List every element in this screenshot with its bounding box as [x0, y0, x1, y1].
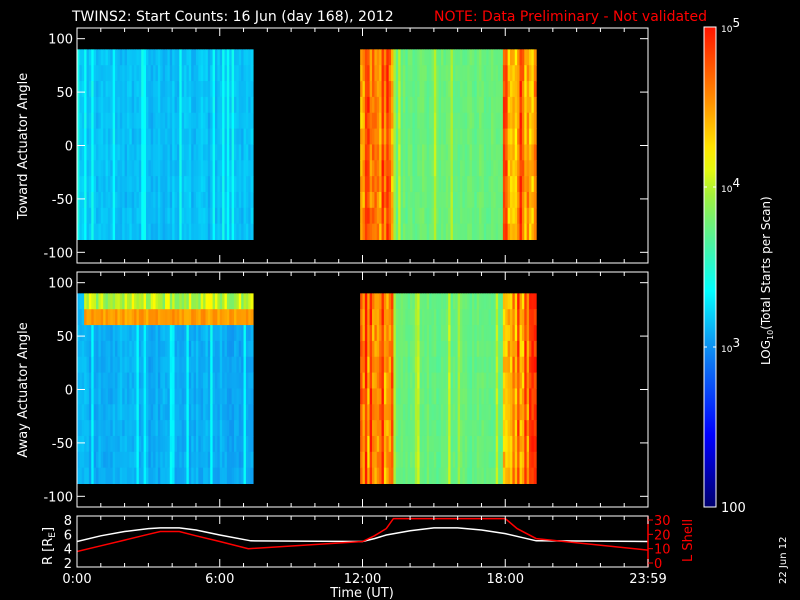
- y-tick-label: 0: [65, 384, 73, 399]
- y2-tick-label: 10: [654, 543, 671, 558]
- colorbar-tick-label: 103: [721, 336, 740, 355]
- heatmap-cell: [533, 451, 537, 469]
- colorbar-label: LOG10(Total Starts per Scan): [759, 196, 775, 365]
- heatmap-cell: [533, 372, 537, 389]
- twins-start-counts-figure: TWINS2: Start Counts: 16 Jun (day 168), …: [16, 9, 789, 600]
- heatmap-cell: [533, 160, 537, 177]
- colorbar-tick-label: 105: [721, 16, 740, 35]
- heatmap-cell: [250, 144, 254, 161]
- heatmap-cell: [250, 325, 254, 342]
- colorbar-tick-label: 104: [721, 176, 740, 195]
- heatmap-cell: [533, 65, 537, 82]
- heatmap-cell: [533, 435, 537, 453]
- colorbar-tick-label: 100: [721, 501, 746, 516]
- heatmap-cell: [533, 112, 537, 130]
- y-tick-label: -50: [52, 437, 73, 452]
- heatmap-cell: [250, 176, 254, 193]
- heatmap-cell: [533, 176, 537, 193]
- x-tick-label: 12:00: [344, 572, 381, 587]
- away-panel: 100 50 0 -50 -100: [43, 271, 649, 508]
- heatmap-cell: [250, 65, 254, 82]
- y2-tick-label: 0: [654, 557, 662, 572]
- heatmap-cell: [533, 309, 537, 326]
- x-tick-label: 6:00: [205, 572, 234, 587]
- y2-tick-label: 30: [654, 514, 671, 529]
- toward-panel: 100 50 0 -50 -100: [43, 27, 649, 264]
- side-date: 22 Jun 12: [778, 537, 789, 584]
- y2-tick-label: 20: [654, 528, 671, 543]
- heatmap-cell: [250, 96, 254, 114]
- orbit-panel: 8642 3020100 0:00 6:00 12:00 18:00 23:59 R [RE]…: [41, 514, 696, 587]
- y-tick-label: 2: [64, 557, 72, 572]
- heatmap-cell: [533, 420, 537, 437]
- toward-ylabel: Toward Actuator Angle: [16, 73, 31, 220]
- y-tick-label: 50: [56, 86, 73, 101]
- heatmap-cell: [250, 404, 254, 421]
- heatmap-cell: [533, 96, 537, 114]
- heatmap-cell: [250, 160, 254, 177]
- heatmap-cell: [533, 404, 537, 421]
- heatmap-cell: [533, 128, 537, 145]
- colorbar-scale: [703, 26, 717, 508]
- y-tick-label: 100: [48, 33, 73, 48]
- colorbar: 105 104 103 100 LOG10(Total Starts per Scan): [703, 16, 775, 516]
- away-ylabel: Away Actuator Angle: [16, 322, 31, 457]
- radius-line: [77, 527, 648, 543]
- heatmap-cell: [250, 356, 254, 374]
- y-tick-label: -50: [52, 193, 73, 208]
- heatmap-cell: [533, 49, 537, 66]
- heatmap-cell: [250, 372, 254, 389]
- x-tick-label: 0:00: [62, 572, 91, 587]
- y-tick-label: 50: [56, 330, 73, 345]
- y-tick-label: -100: [43, 490, 73, 505]
- heatmap-cell: [250, 340, 254, 358]
- heatmap-cell: [250, 223, 254, 240]
- heatmap-cell: [250, 191, 254, 209]
- heatmap-cell: [250, 420, 254, 437]
- lshell-ylabel: L Shell: [681, 519, 696, 562]
- heatmap-cell: [250, 112, 254, 130]
- heatmap-cell: [250, 49, 254, 66]
- x-tick-label: 18:00: [487, 572, 524, 587]
- heatmap-cell: [250, 467, 254, 484]
- y-tick-label: -100: [43, 246, 73, 261]
- heatmap-cell: [533, 467, 537, 484]
- heatmap-cell: [533, 81, 537, 98]
- y-tick-label: 0: [65, 140, 73, 155]
- heatmap-cell: [250, 293, 254, 310]
- heatmap-cell: [250, 128, 254, 145]
- heatmap-cell: [533, 207, 537, 225]
- heatmap-cell: [533, 356, 537, 374]
- heatmap-cell: [250, 388, 254, 405]
- heatmap-cell: [250, 309, 254, 326]
- heatmap-cell: [533, 293, 537, 310]
- y-tick-label: 4: [64, 543, 72, 558]
- heatmap-cell: [250, 207, 254, 225]
- heatmap-cell: [533, 388, 537, 405]
- heatmap-cell: [533, 340, 537, 358]
- y-tick-label: 100: [48, 277, 73, 292]
- figure-title: TWINS2: Start Counts: 16 Jun (day 168), …: [71, 9, 394, 25]
- heatmap-cell: [533, 325, 537, 342]
- heatmap-cell: [533, 191, 537, 209]
- heatmap-cell: [533, 223, 537, 240]
- heatmap-cell: [250, 451, 254, 469]
- y-tick-label: 6: [64, 528, 72, 543]
- data-note: NOTE: Data Preliminary - Not validated: [434, 9, 707, 25]
- heatmap-cell: [250, 81, 254, 98]
- heatmap-cell: [250, 435, 254, 453]
- heatmap-cell: [533, 144, 537, 161]
- y-tick-label: 8: [64, 514, 72, 529]
- x-tick-label: 23:59: [629, 572, 666, 587]
- time-xlabel: Time (UT): [329, 586, 394, 600]
- radius-ylabel: R [RE]: [41, 527, 58, 565]
